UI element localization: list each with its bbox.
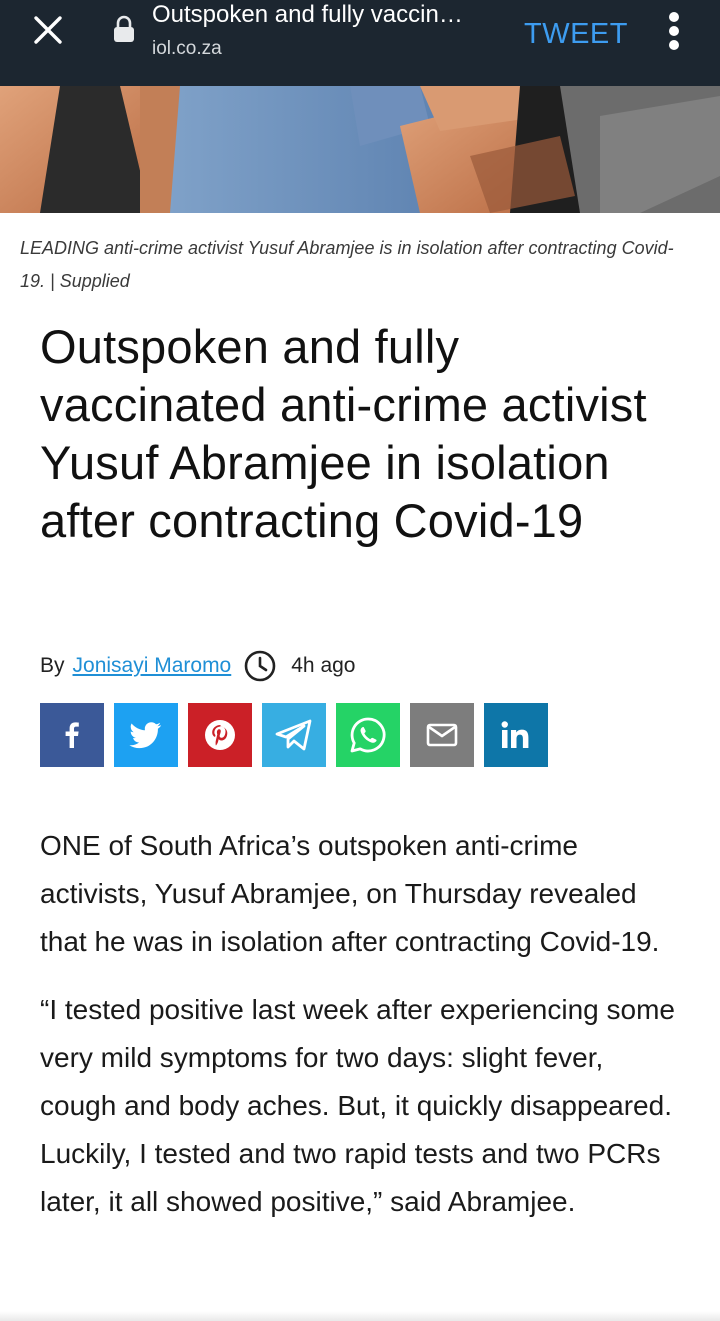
linkedin-icon xyxy=(501,721,529,748)
twitter-icon xyxy=(129,722,162,749)
article-body: ONE of South Africa’s outspoken anti-cri… xyxy=(40,822,680,1246)
share-email-button[interactable] xyxy=(410,703,474,767)
article-paragraph: ONE of South Africa’s outspoken anti-cri… xyxy=(40,830,660,957)
share-buttons xyxy=(40,703,558,767)
share-pinterest-button[interactable] xyxy=(188,703,252,767)
facebook-icon xyxy=(65,722,79,748)
email-icon xyxy=(426,723,458,747)
publish-time: 4h ago xyxy=(291,654,356,677)
whatsapp-icon xyxy=(350,717,386,753)
tweet-button[interactable]: TWEET xyxy=(520,12,632,56)
share-twitter-button[interactable] xyxy=(114,703,178,767)
share-telegram-button[interactable] xyxy=(262,703,326,767)
browser-toolbar: Outspoken and fully vaccin… iol.co.za TW… xyxy=(0,0,720,86)
image-caption: LEADING anti-crime activist Yusuf Abramj… xyxy=(20,238,674,291)
share-facebook-button[interactable] xyxy=(40,703,104,767)
bottom-edge-shadow xyxy=(0,1311,720,1321)
hero-image xyxy=(0,86,720,213)
byline-by-label: By xyxy=(40,654,65,677)
page-domain: iol.co.za xyxy=(152,38,222,59)
lock-icon xyxy=(112,14,136,44)
page-title: Outspoken and fully vaccin… xyxy=(152,1,463,28)
close-button[interactable] xyxy=(24,10,72,50)
clock-icon xyxy=(244,650,276,682)
close-icon xyxy=(34,16,62,44)
share-whatsapp-button[interactable] xyxy=(336,703,400,767)
byline: By Jonisayi Maromo 4h ago xyxy=(40,648,355,684)
pinterest-icon xyxy=(205,720,235,750)
article-headline: Outspoken and fully vaccinated anti-crim… xyxy=(40,320,647,547)
share-linkedin-button[interactable] xyxy=(484,703,548,767)
overflow-menu-icon[interactable] xyxy=(652,8,696,52)
telegram-icon xyxy=(275,719,312,751)
article-paragraph: “I tested positive last week after exper… xyxy=(40,994,675,1217)
author-link[interactable]: Jonisayi Maromo xyxy=(73,654,232,678)
photo-of-people-hero-image xyxy=(0,86,720,213)
